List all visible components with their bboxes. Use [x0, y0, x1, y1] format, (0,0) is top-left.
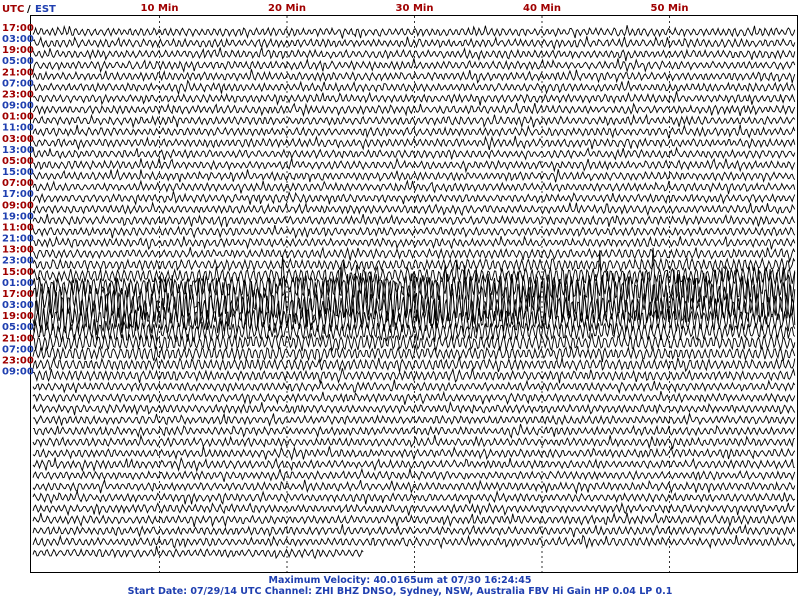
chart-footer: Maximum Velocity: 40.0165um at 07/30 16:… — [0, 575, 800, 600]
minute-tick-label: 40 Min — [523, 3, 561, 14]
est-time-label: 05:00 — [2, 322, 34, 333]
est-time-label: 19:00 — [2, 211, 34, 222]
est-time-label: 23:00 — [2, 256, 34, 267]
helicorder-chart: 10 Min 20 Min 30 Min 40 Min 50 Min 17:0003:0… — [2, 3, 798, 573]
est-time-label: 03:00 — [2, 34, 34, 45]
header-utc-label: UTC — [2, 4, 24, 15]
est-time-label: 15:00 — [2, 167, 34, 178]
est-time-label: 07:00 — [2, 344, 34, 355]
minute-tick-label: 10 Min — [141, 3, 179, 14]
est-time-label: 09:00 — [2, 367, 34, 378]
utc-time-label: 21:00 — [2, 67, 34, 78]
footer-max-velocity: Maximum Velocity: 40.0165um at 07/30 16:… — [268, 575, 532, 586]
utc-time-label: 11:00 — [2, 223, 34, 234]
utc-time-label: 17:00 — [2, 289, 34, 300]
utc-time-label: 01:00 — [2, 112, 34, 123]
est-time-label: 07:00 — [2, 78, 34, 89]
time-axis-labels: 17:0003:0019:0005:0021:0007:0023:0009:00… — [2, 23, 34, 378]
minute-tick-label: 30 Min — [396, 3, 434, 14]
utc-time-label: 03:00 — [2, 134, 34, 145]
header-separator: / — [27, 4, 31, 15]
minute-tick-label: 20 Min — [268, 3, 306, 14]
utc-time-label: 23:00 — [2, 356, 34, 367]
minute-tick-labels: 10 Min 20 Min 30 Min 40 Min 50 Min — [141, 3, 689, 14]
utc-time-label: 21:00 — [2, 333, 34, 344]
utc-time-label: 07:00 — [2, 178, 34, 189]
utc-time-label: 09:00 — [2, 200, 34, 211]
utc-time-label: 17:00 — [2, 23, 34, 34]
utc-time-label: 23:00 — [2, 90, 34, 101]
utc-time-label: 19:00 — [2, 45, 34, 56]
est-time-label: 09:00 — [2, 101, 34, 112]
footer-station-info: Start Date: 07/29/14 UTC Channel: ZHI BH… — [127, 586, 673, 597]
est-time-label: 03:00 — [2, 300, 34, 311]
utc-time-label: 19:00 — [2, 311, 34, 322]
est-time-label: 01:00 — [2, 278, 34, 289]
est-time-label: 11:00 — [2, 123, 34, 134]
utc-time-label: 15:00 — [2, 267, 34, 278]
utc-time-label: 05:00 — [2, 156, 34, 167]
header-est-label: EST — [35, 4, 56, 15]
utc-time-label: 13:00 — [2, 245, 34, 256]
est-time-label: 17:00 — [2, 189, 34, 200]
minute-tick-label: 50 Min — [651, 3, 689, 14]
est-time-label: 05:00 — [2, 56, 34, 67]
est-time-label: 13:00 — [2, 145, 34, 156]
est-time-label: 21:00 — [2, 234, 34, 245]
